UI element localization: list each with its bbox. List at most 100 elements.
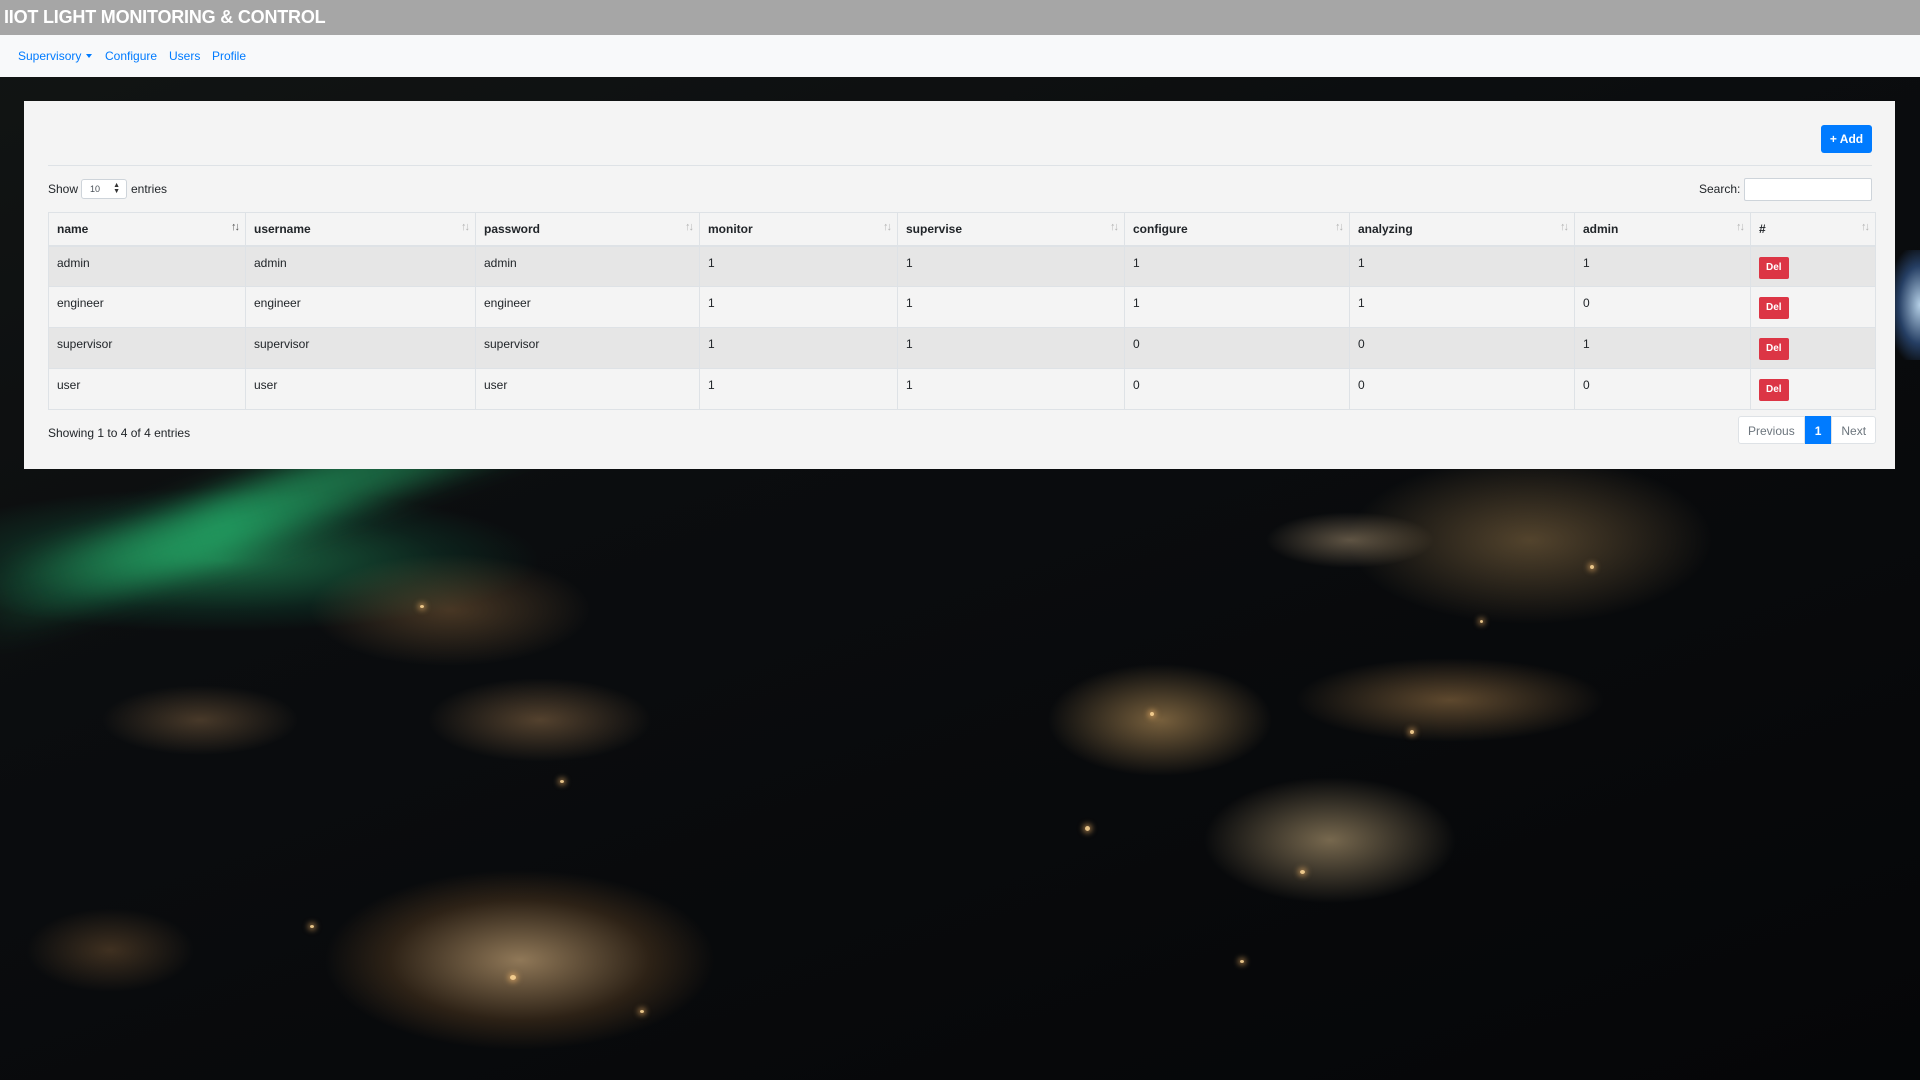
column-header-label: # bbox=[1759, 222, 1766, 236]
app-title: IIOT LIGHT MONITORING & CONTROL bbox=[4, 7, 326, 27]
table-row: supervisor supervisor supervisor 1 1 0 0… bbox=[48, 327, 1876, 369]
nav-configure[interactable]: Configure bbox=[105, 49, 157, 63]
column-header-configure[interactable]: configure ↑↓ bbox=[1124, 212, 1350, 247]
city-light bbox=[420, 605, 424, 608]
column-header-action[interactable]: # ↑↓ bbox=[1750, 212, 1876, 247]
column-header-label: password bbox=[484, 222, 541, 236]
city-light bbox=[1300, 870, 1305, 874]
delete-button[interactable]: Del bbox=[1759, 256, 1789, 279]
delete-button[interactable]: Del bbox=[1759, 338, 1789, 360]
users-table: name ↑↓ username ↑↓ password ↑↓ monitor ↑↓ s… bbox=[48, 212, 1876, 410]
cell-monitor: 1 bbox=[699, 327, 898, 369]
city-light bbox=[1590, 565, 1594, 569]
cell-action: Del bbox=[1750, 286, 1876, 328]
cell-admin: 0 bbox=[1574, 368, 1751, 410]
cell-supervise: 1 bbox=[897, 327, 1125, 369]
column-header-admin[interactable]: admin ↑↓ bbox=[1574, 212, 1751, 247]
previous-page-button[interactable]: Previous bbox=[1738, 416, 1805, 444]
column-header-label: name bbox=[57, 222, 89, 236]
city-light bbox=[1480, 620, 1483, 623]
cell-configure: 0 bbox=[1124, 327, 1350, 369]
nav-supervisory-label: Supervisory bbox=[18, 49, 82, 63]
sort-icon: ↑↓ bbox=[1110, 221, 1119, 233]
cell-configure: 1 bbox=[1124, 245, 1350, 287]
sort-icon: ↑↓ bbox=[461, 221, 470, 233]
column-header-label: supervise bbox=[906, 222, 963, 236]
caret-down-icon bbox=[86, 54, 93, 58]
next-page-button[interactable]: Next bbox=[1831, 416, 1877, 444]
column-header-label: monitor bbox=[708, 222, 753, 236]
cell-monitor: 1 bbox=[699, 286, 898, 328]
column-header-username[interactable]: username ↑↓ bbox=[245, 212, 476, 247]
cell-name: supervisor bbox=[48, 327, 246, 369]
sort-icon: ↑↓ bbox=[1335, 221, 1344, 233]
cell-password: user bbox=[475, 368, 700, 410]
delete-button[interactable]: Del bbox=[1759, 297, 1789, 319]
cell-password: engineer bbox=[475, 286, 700, 328]
city-light bbox=[510, 975, 516, 980]
entries-length-select[interactable]: 10 ▲ ▼ bbox=[81, 179, 127, 199]
nav-supervisory[interactable]: Supervisory bbox=[18, 49, 93, 63]
entries-length-value: 10 bbox=[90, 184, 101, 194]
table-info: Showing 1 to 4 of 4 entries bbox=[48, 426, 191, 440]
sort-icon: ↑↓ bbox=[883, 221, 892, 233]
sort-icon: ↑↓ bbox=[231, 221, 240, 233]
cell-monitor: 1 bbox=[699, 368, 898, 410]
cell-name: user bbox=[48, 368, 246, 410]
cell-admin: 1 bbox=[1574, 327, 1751, 369]
nav-users[interactable]: Users bbox=[169, 49, 200, 63]
cell-password: admin bbox=[475, 245, 700, 287]
column-header-label: username bbox=[254, 222, 311, 236]
cell-username: supervisor bbox=[245, 327, 476, 369]
add-button[interactable]: + Add bbox=[1821, 125, 1872, 153]
column-header-password[interactable]: password ↑↓ bbox=[475, 212, 700, 247]
cell-analyzing: 1 bbox=[1349, 245, 1575, 287]
page-button-current[interactable]: 1 bbox=[1804, 416, 1832, 444]
city-light bbox=[1240, 960, 1244, 963]
column-header-analyzing[interactable]: analyzing ↑↓ bbox=[1349, 212, 1575, 247]
cell-monitor: 1 bbox=[699, 245, 898, 287]
cell-admin: 0 bbox=[1574, 286, 1751, 328]
cell-action: Del bbox=[1750, 368, 1876, 410]
city-light bbox=[1150, 712, 1154, 716]
users-panel: + Add Show 10 ▲ ▼ entries Search: name ↑↓ … bbox=[24, 101, 1895, 469]
cell-action: Del bbox=[1750, 327, 1876, 369]
cell-analyzing: 1 bbox=[1349, 286, 1575, 328]
column-header-supervise[interactable]: supervise ↑↓ bbox=[897, 212, 1125, 247]
cell-name: engineer bbox=[48, 286, 246, 328]
cell-password: supervisor bbox=[475, 327, 700, 369]
city-light bbox=[560, 780, 564, 783]
city-light bbox=[640, 1010, 644, 1013]
navbar: Supervisory Configure Users Profile bbox=[0, 35, 1920, 77]
cell-configure: 0 bbox=[1124, 368, 1350, 410]
city-light bbox=[1085, 826, 1090, 831]
cell-username: engineer bbox=[245, 286, 476, 328]
show-label: Show bbox=[48, 182, 79, 196]
pagination: Previous 1 Next bbox=[1738, 416, 1877, 444]
column-header-monitor[interactable]: monitor ↑↓ bbox=[699, 212, 898, 247]
cell-name: admin bbox=[48, 245, 246, 287]
cell-action: Del bbox=[1750, 245, 1876, 287]
cell-username: user bbox=[245, 368, 476, 410]
table-header-row: name ↑↓ username ↑↓ password ↑↓ monitor ↑↓ s… bbox=[48, 212, 1876, 247]
title-bar: IIOT LIGHT MONITORING & CONTROL bbox=[0, 0, 1920, 35]
divider bbox=[48, 165, 1872, 166]
cell-configure: 1 bbox=[1124, 286, 1350, 328]
nav-profile[interactable]: Profile bbox=[212, 49, 246, 63]
cell-supervise: 1 bbox=[897, 245, 1125, 287]
sort-icon: ↑↓ bbox=[685, 221, 694, 233]
cell-username: admin bbox=[245, 245, 476, 287]
cell-supervise: 1 bbox=[897, 368, 1125, 410]
delete-button[interactable]: Del bbox=[1759, 379, 1789, 401]
sort-icon: ↑↓ bbox=[1736, 221, 1745, 233]
select-arrows-icon: ▲ ▼ bbox=[113, 182, 120, 195]
sort-icon: ↑↓ bbox=[1861, 221, 1870, 233]
cell-admin: 1 bbox=[1574, 245, 1751, 287]
cell-analyzing: 0 bbox=[1349, 327, 1575, 369]
cell-supervise: 1 bbox=[897, 286, 1125, 328]
column-header-name[interactable]: name ↑↓ bbox=[48, 212, 246, 247]
column-header-label: configure bbox=[1133, 222, 1188, 236]
column-header-label: admin bbox=[1583, 222, 1619, 236]
cell-analyzing: 0 bbox=[1349, 368, 1575, 410]
search-input[interactable] bbox=[1744, 178, 1872, 201]
